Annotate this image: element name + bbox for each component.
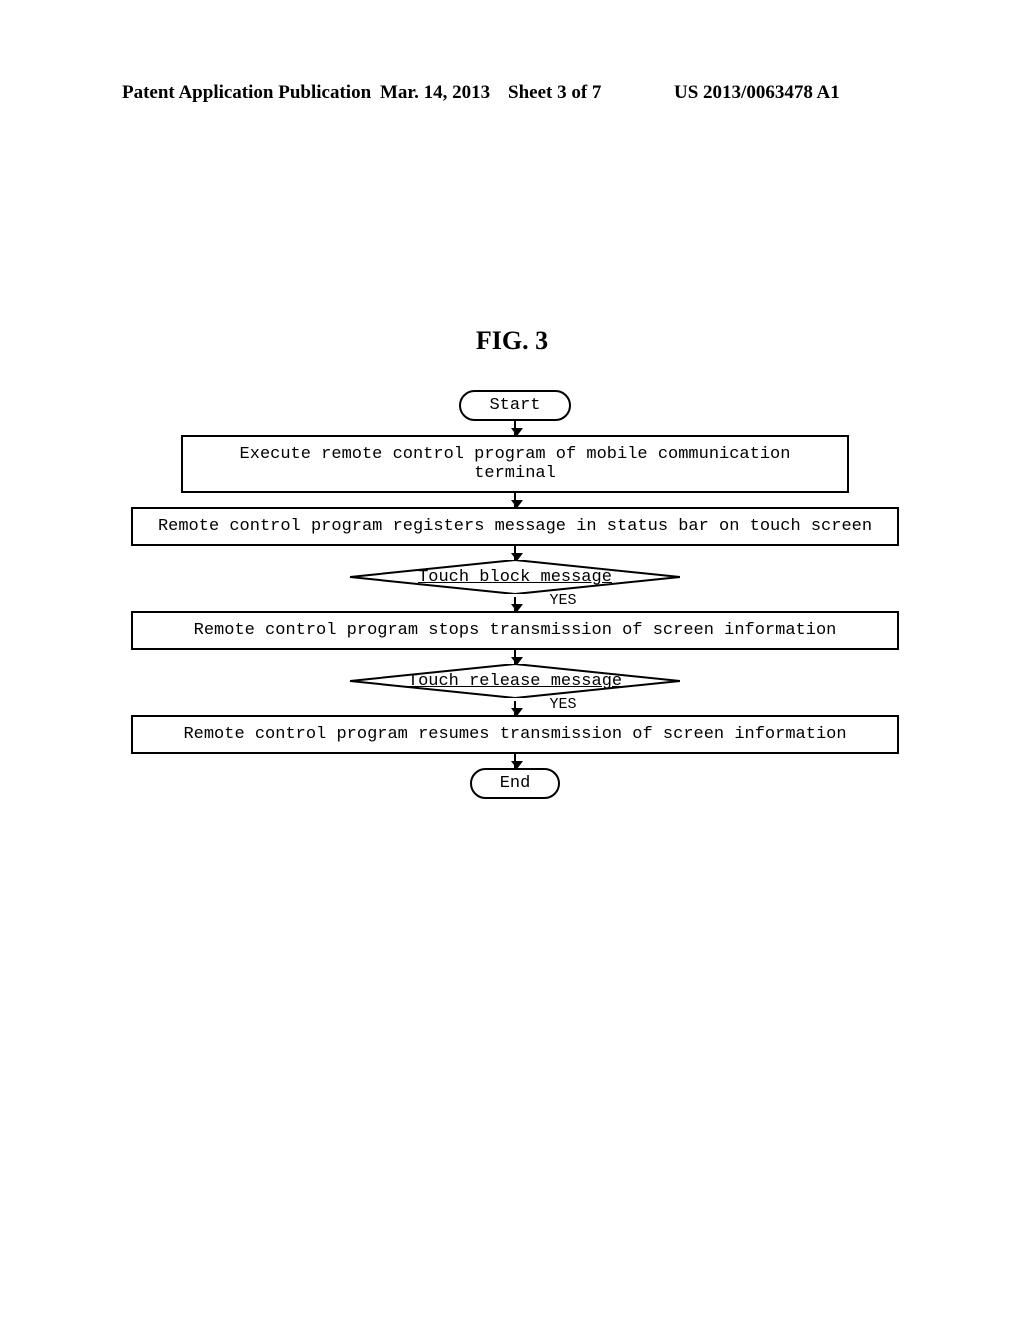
- figure-title: FIG. 3: [0, 326, 1024, 356]
- process-register-text: Remote control program registers message…: [158, 517, 872, 536]
- arrow-icon: [514, 421, 516, 435]
- yes-label-2: YES: [549, 696, 576, 713]
- hdr-pubno: US 2013/0063478 A1: [674, 82, 840, 104]
- yes-label-1: YES: [549, 592, 576, 609]
- arrow-icon: [514, 546, 516, 560]
- hdr-pubtype: Patent Application Publication: [122, 82, 371, 104]
- arrow-icon: [514, 754, 516, 768]
- process-execute-text: Execute remote control program of mobile…: [240, 445, 791, 483]
- flowchart: Start Execute remote control program of …: [130, 390, 900, 799]
- decision-release: Touch release message: [350, 664, 680, 698]
- process-resume: Remote control program resumes transmiss…: [131, 715, 899, 754]
- process-resume-text: Remote control program resumes transmiss…: [183, 725, 846, 744]
- process-register: Remote control program registers message…: [131, 507, 899, 546]
- arrow-icon: [514, 493, 516, 507]
- arrow-icon: [514, 650, 516, 664]
- decision-release-text: Touch release message: [408, 672, 622, 691]
- process-execute: Execute remote control program of mobile…: [181, 435, 849, 493]
- arrow-icon: [514, 701, 516, 715]
- terminator-end: End: [470, 768, 561, 799]
- end-label: End: [500, 774, 531, 793]
- decision-block-text: Touch block message: [418, 568, 612, 587]
- start-label: Start: [489, 396, 540, 415]
- hdr-date: Mar. 14, 2013: [380, 82, 490, 104]
- terminator-start: Start: [459, 390, 570, 421]
- arrow-icon: [514, 597, 516, 611]
- process-stop-text: Remote control program stops transmissio…: [194, 621, 837, 640]
- hdr-sheet: Sheet 3 of 7: [508, 82, 601, 104]
- decision-block: Touch block message: [350, 560, 680, 594]
- process-stop: Remote control program stops transmissio…: [131, 611, 899, 650]
